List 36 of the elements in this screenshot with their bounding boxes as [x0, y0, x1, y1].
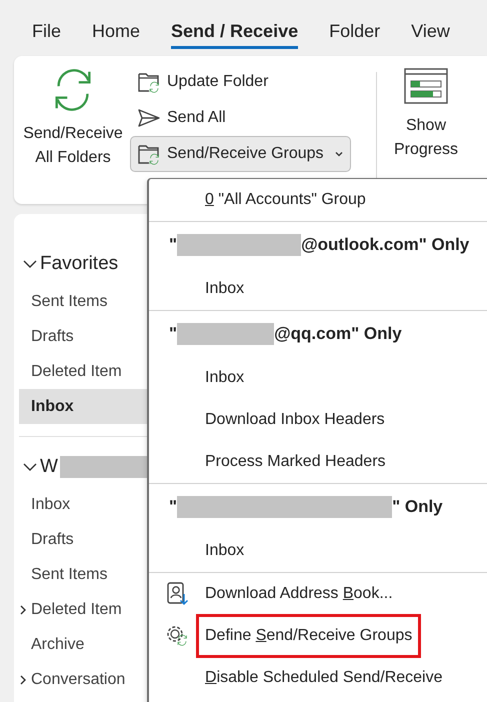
section-title[interactable]: W [40, 456, 58, 478]
folder-item[interactable]: Inbox [19, 487, 152, 522]
ribbon-tab[interactable]: Home [92, 15, 140, 49]
address-book-icon [165, 581, 189, 607]
caret-icon [334, 149, 344, 159]
menu-item[interactable]: Inbox [205, 280, 244, 298]
menu-item[interactable]: Download Address Book... [205, 585, 393, 603]
menu-item[interactable]: Inbox [205, 542, 244, 560]
ribbon-tab[interactable]: File [32, 15, 62, 49]
show-progress-button[interactable]: Show Progress [377, 56, 461, 204]
folder-item[interactable]: Drafts [19, 522, 152, 557]
account-header: " @qq.com" Only [168, 322, 403, 347]
ribbon-tab[interactable]: Send / Receive [171, 15, 298, 49]
menu-item[interactable]: Download Inbox Headers [205, 411, 385, 429]
progress-window-icon [404, 68, 448, 104]
folder-item[interactable]: Sent Items [19, 284, 152, 319]
menu-item[interactable]: Process Marked Headers [205, 453, 386, 471]
menu-item[interactable]: Disable Scheduled Send/Receive [205, 669, 442, 687]
folder-item[interactable]: Conversation [19, 662, 152, 697]
groups-dropdown[interactable]: Send/Receive Groups [130, 136, 351, 172]
ribbon-tab[interactable]: Folder [329, 15, 380, 49]
send-all-button[interactable]: Send All [130, 100, 233, 136]
menu-item[interactable]: Define Send/Receive Groups [199, 617, 418, 655]
folder-item[interactable]: Archive [19, 627, 152, 662]
send-receive-all-button[interactable]: Send/Receive All Folders [14, 56, 126, 204]
account-header: " " Only [168, 495, 444, 520]
folder-item[interactable]: Deleted Item [19, 592, 152, 627]
update-folder-button[interactable]: Update Folder [130, 64, 276, 100]
menu-item[interactable]: 0 "All Accounts" Group [205, 191, 366, 209]
menu-item[interactable]: Inbox [205, 369, 244, 387]
folder-item[interactable]: Sent Items [19, 557, 152, 592]
section-title[interactable]: Favorites [40, 253, 118, 275]
account-header: " @outlook.com" Only [168, 233, 470, 258]
folder-item[interactable]: Drafts [19, 319, 152, 354]
folder-item[interactable]: Deleted Item [19, 354, 152, 389]
ribbon-tab[interactable]: View [411, 15, 450, 49]
